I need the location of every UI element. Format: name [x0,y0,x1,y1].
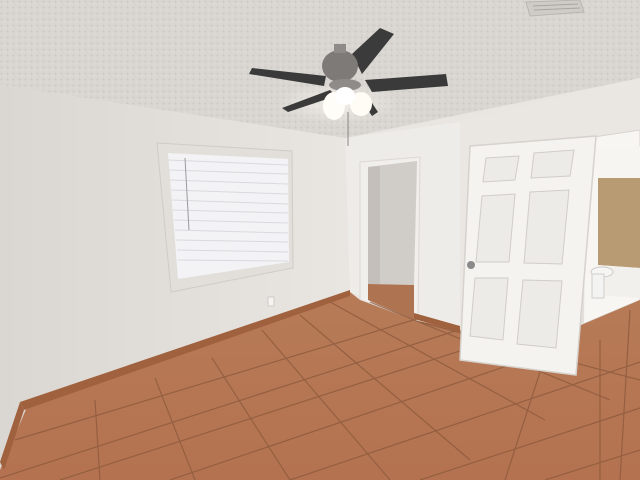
closet-opening [359,156,421,321]
light-bulb [335,87,355,105]
open-panel-door [459,135,597,376]
fan-motor [322,50,358,82]
door-knob [467,261,475,269]
bedroom-photo [0,0,640,480]
wall-outlet [267,296,275,307]
window-with-blinds [156,142,294,293]
